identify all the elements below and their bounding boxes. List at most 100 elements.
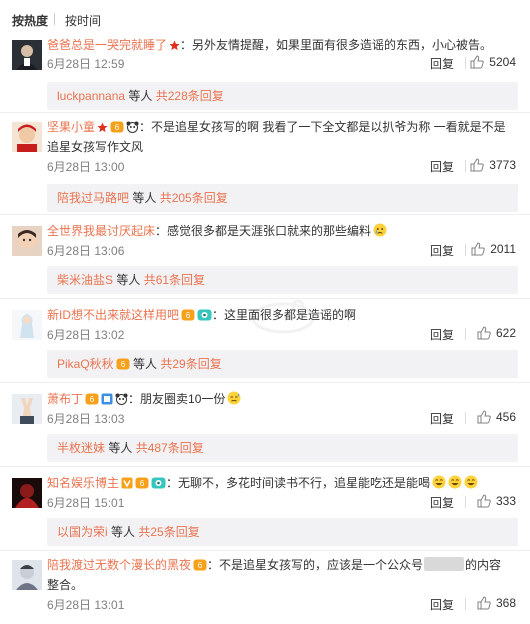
comment-text-line-2: 整合。 — [47, 578, 84, 592]
svg-text:6: 6 — [140, 479, 145, 488]
sub-reply-bar[interactable]: 以国为荣i 等人 共25条回复 — [47, 518, 518, 546]
avatar[interactable] — [12, 40, 42, 70]
avatar[interactable] — [12, 560, 42, 590]
sub-reply-user-link[interactable]: 以国为荣i — [57, 525, 108, 539]
comment-user-link[interactable]: 全世界我最讨厌起床 — [47, 224, 155, 238]
comment-divider — [0, 382, 530, 383]
action-divider — [465, 412, 466, 424]
laugh-emoji-icon — [448, 475, 462, 494]
sub-reply-user-link[interactable]: 陪我过马路吧 — [57, 191, 129, 205]
sort-by-time-tab[interactable]: 按时间 — [65, 12, 101, 29]
crying-emoji-icon — [373, 223, 387, 242]
comment-text: ：不是追星女孩写的，应该是一个公众号 — [207, 558, 424, 572]
thumbs-up-icon — [477, 596, 491, 610]
comment-text: ：不是追星女孩写的啊 我看了一下全文都是以扒爷为称 一看就是不是 — [139, 120, 506, 134]
panda-icon — [126, 120, 139, 138]
like-button[interactable]: 456 — [477, 410, 516, 424]
svg-text:6: 6 — [186, 311, 191, 320]
reply-button[interactable]: 回复 — [430, 596, 454, 613]
comment-text: ：朋友圈卖10一份 — [128, 392, 226, 406]
comment-user-link[interactable]: 知名娱乐博主 — [47, 476, 119, 490]
sub-reply-user-link[interactable]: PikaQ秋秋 — [57, 357, 114, 371]
like-button[interactable]: 368 — [477, 596, 516, 610]
reply-button[interactable]: 回复 — [430, 158, 454, 175]
comment-item: 萧布丁 6 ：朋友圈卖10一份 6月28日 13:03 回复 456 半枚迷妹 等人… — [0, 388, 530, 468]
avatar[interactable] — [12, 478, 42, 508]
avatar[interactable] — [12, 122, 42, 152]
sub-reply-user-link[interactable]: 柴米油盐S — [57, 273, 113, 287]
avatar[interactable] — [12, 394, 42, 424]
svg-text:6: 6 — [198, 561, 203, 570]
like-button[interactable]: 5204 — [470, 55, 516, 69]
comment-user-link[interactable]: 陪我渡过无数个漫长的黑夜 — [47, 558, 191, 572]
sub-reply-user-link[interactable]: 半枚迷妹 — [57, 441, 105, 455]
comment-text: ：这里面很多都是造谣的啊 — [212, 308, 357, 322]
reply-button[interactable]: 回复 — [430, 326, 454, 343]
vip-icon: 6 — [193, 558, 207, 576]
eye-icon — [151, 476, 166, 494]
sub-reply-bar[interactable]: 柴米油盐S 等人 共61条回复 — [47, 266, 518, 294]
reply-button[interactable]: 回复 — [430, 242, 454, 259]
sub-reply-text: 等人 — [105, 441, 136, 455]
comment-divider — [0, 550, 530, 551]
avatar[interactable] — [12, 310, 42, 340]
sub-reply-count-link[interactable]: 共61条回复 — [144, 273, 205, 287]
thumbs-up-icon — [471, 242, 485, 256]
like-count: 333 — [495, 494, 516, 508]
comment-time: 6月28日 12:59 — [47, 57, 125, 71]
eye-icon — [197, 308, 212, 326]
comment-text: ：另外友情提醒，如果里面有很多造谣的东西，小心被告。 — [180, 38, 493, 52]
vip-icon: 6 — [85, 392, 99, 410]
like-button[interactable]: 3773 — [470, 158, 516, 172]
comment-user-link[interactable]: 萧布丁 — [47, 392, 83, 406]
sweat-emoji-icon — [227, 391, 241, 410]
comment-divider — [0, 214, 530, 215]
action-divider — [465, 328, 466, 340]
comment-text-tail: 的内容 — [465, 558, 502, 572]
laugh-emoji-icon — [432, 475, 446, 494]
sub-reply-text: 等人 — [125, 89, 156, 103]
comment-divider — [0, 298, 530, 299]
reply-button[interactable]: 回复 — [430, 55, 454, 72]
sub-reply-bar[interactable]: 半枚迷妹 等人 共487条回复 — [47, 434, 518, 462]
sub-reply-bar[interactable]: PikaQ秋秋 6 等人 共29条回复 — [47, 350, 518, 378]
sort-by-hot-tab[interactable]: 按热度 — [12, 12, 48, 29]
like-button[interactable]: 622 — [477, 326, 516, 340]
thumbs-up-icon — [477, 326, 491, 340]
like-button[interactable]: 333 — [477, 494, 516, 508]
sub-reply-bar[interactable]: 陪我过马路吧 等人 共205条回复 — [47, 184, 518, 212]
reply-button[interactable]: 回复 — [430, 494, 454, 511]
sort-separator — [54, 13, 55, 25]
sub-reply-count-link[interactable]: 共25条回复 — [138, 525, 199, 539]
comment-divider — [0, 466, 530, 467]
sub-reply-count-link[interactable]: 共205条回复 — [160, 191, 228, 205]
action-divider — [465, 160, 466, 172]
reply-button[interactable]: 回复 — [430, 410, 454, 427]
comment-item: 新ID想不出来就这样用吧 6 ：这里面很多都是造谣的啊 6月28日 13:02 回复… — [0, 304, 530, 384]
comment-user-link[interactable]: 新ID想不出来就这样用吧 — [47, 308, 179, 322]
thumbs-up-icon — [470, 55, 485, 69]
sub-reply-bar[interactable]: luckpannana 等人 共228条回复 — [47, 82, 518, 110]
sub-reply-count-link[interactable]: 共29条回复 — [160, 357, 221, 371]
action-divider — [465, 598, 466, 610]
comment-user-link[interactable]: 爸爸总是一哭完就睡了 — [47, 38, 167, 52]
like-button[interactable]: 2011 — [471, 242, 516, 256]
sub-reply-user-link[interactable]: luckpannana — [57, 89, 125, 103]
comment-user-link[interactable]: 坚果小童 — [47, 120, 95, 134]
comment-item: 全世界我最讨厌起床：感觉很多都是天涯张口就来的那些编料 6月28日 13:06 … — [0, 220, 530, 300]
sub-reply-text: 等人 — [107, 525, 139, 539]
vip-icon: 6 — [181, 308, 195, 326]
comment-item: 知名娱乐博主 6 ：无聊不，多花时间读书不行，追星能吃还是能喝 6月28日 15:0… — [0, 472, 530, 552]
action-divider — [465, 496, 466, 508]
thumbs-up-icon — [477, 494, 491, 508]
vip-icon: 6 — [135, 476, 149, 494]
action-divider — [465, 244, 466, 256]
like-count: 456 — [495, 410, 516, 424]
laugh-emoji-icon — [464, 475, 478, 494]
sub-reply-count-link[interactable]: 共487条回复 — [136, 441, 204, 455]
sub-reply-count-link[interactable]: 共228条回复 — [156, 89, 224, 103]
vip-icon: 6 — [116, 352, 130, 380]
avatar[interactable] — [12, 226, 42, 256]
like-count: 5204 — [489, 55, 516, 69]
like-count: 622 — [495, 326, 516, 340]
